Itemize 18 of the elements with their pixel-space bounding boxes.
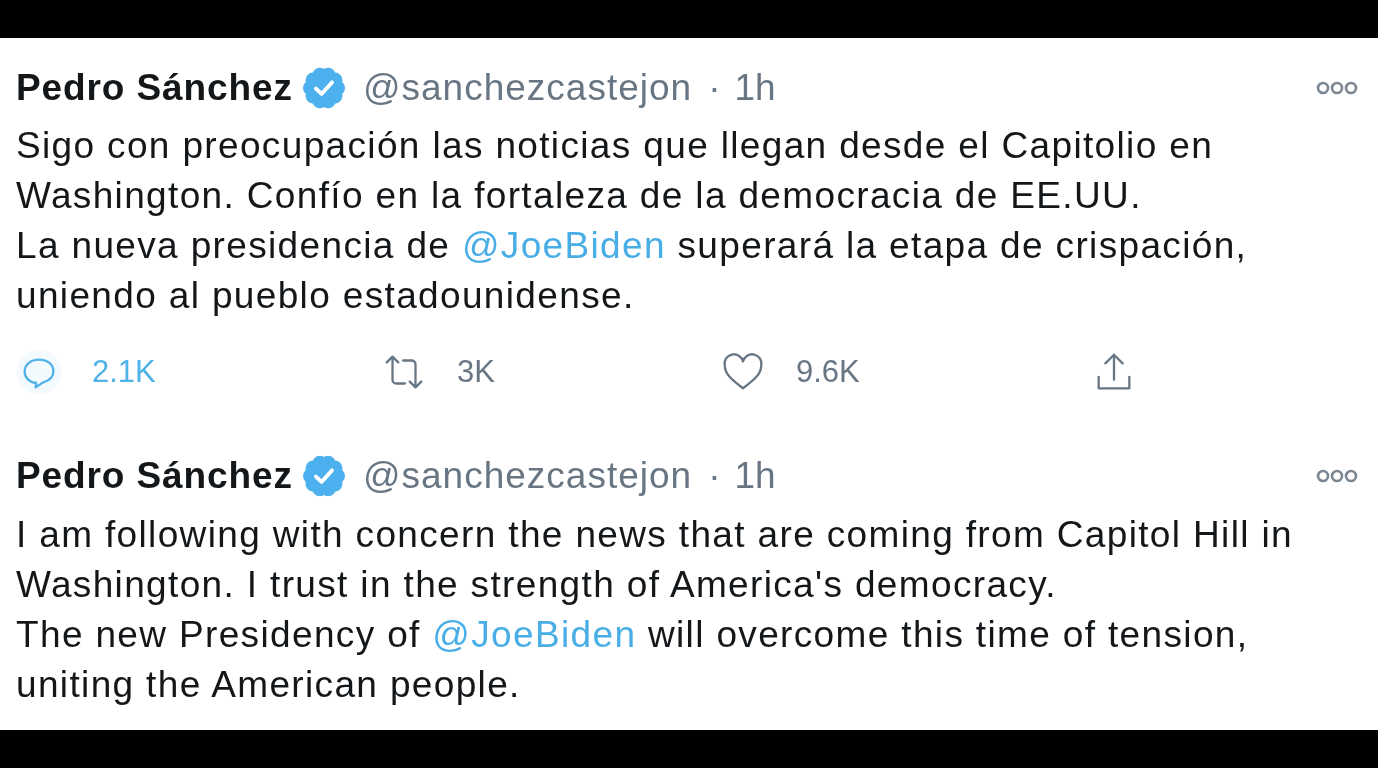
more-options-icon[interactable] — [1316, 469, 1358, 483]
author-name: Pedro Sánchez — [16, 454, 293, 499]
mention-link[interactable]: @JoeBiden — [432, 614, 637, 655]
mention-link[interactable]: @JoeBiden — [461, 225, 666, 266]
reply-button[interactable]: 2.1K — [16, 348, 156, 396]
post-time: 1h — [734, 66, 776, 111]
like-button[interactable]: 9.6K — [720, 348, 860, 396]
retweet-button[interactable]: 3K — [381, 348, 495, 396]
reply-icon — [16, 349, 62, 395]
separator-dot: · — [708, 454, 721, 499]
tweet-text: Sigo con preocupación las noticias que llegan desde el Capitolio en Washington. Confío en la fortaleza de la democracia de EE.UU. La nueva presidencia de @JoeBiden superará la etapa de crispación, uniendo al pueblo estadounidense. — [16, 124, 1249, 318]
tweet-text: I am following with concern the news that are coming from Capitol Hill in Washington. I trust in the strength of America's democracy. The new Presidency of @JoeBiden will overcome this time of tension, uniting the American people. — [16, 513, 1294, 707]
post-time: 1h — [734, 454, 776, 499]
author-handle: @sanchezcastejon — [362, 454, 693, 499]
separator-dot: · — [708, 66, 721, 111]
more-options-icon[interactable] — [1316, 81, 1358, 95]
author-name: Pedro Sánchez — [16, 66, 293, 111]
author-handle: @sanchezcastejon — [362, 66, 693, 111]
